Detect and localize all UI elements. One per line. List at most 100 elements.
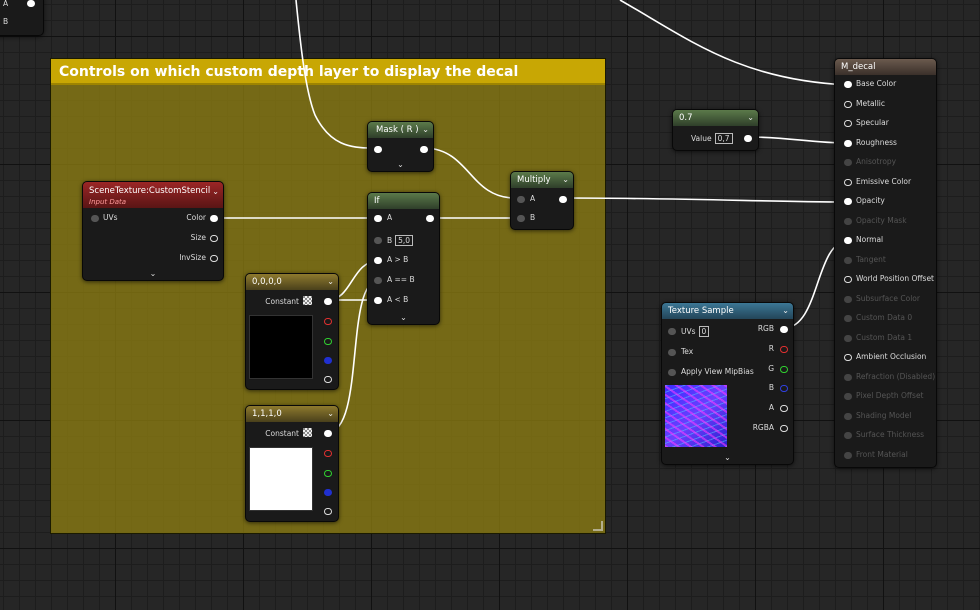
partial-node[interactable]: A B [0, 0, 44, 36]
checker-icon [303, 296, 312, 305]
scene-expand-icon[interactable]: ⌄ [83, 269, 223, 278]
scalar-output-dot[interactable] [744, 135, 752, 142]
material-input-dot[interactable] [844, 178, 852, 186]
chevron-down-icon[interactable]: ⌄ [212, 185, 219, 199]
texture-g-dot[interactable] [780, 366, 788, 373]
wire-multiply-to-opacity [564, 197, 849, 203]
constant-white-g-dot[interactable] [324, 470, 332, 477]
material-input-dot[interactable] [844, 451, 852, 459]
chevron-down-icon[interactable]: ⌄ [422, 122, 429, 138]
material-output-node[interactable]: M_decal Base Color Metallic Specular Roughn… [834, 58, 937, 468]
texture-a-dot[interactable] [780, 405, 788, 412]
texture-b-dot[interactable] [780, 385, 788, 392]
constant-white-r-dot[interactable] [324, 450, 332, 457]
multiply-node[interactable]: Multiply ⌄ A B [510, 171, 574, 230]
if-pin-agtb-dot[interactable] [374, 257, 382, 264]
chevron-down-icon[interactable]: ⌄ [327, 406, 334, 422]
if-expand-icon[interactable]: ⌄ [368, 313, 439, 322]
material-input-dot[interactable] [844, 159, 852, 166]
partial-pin-a-dot[interactable] [27, 0, 35, 7]
constant-white-a-dot[interactable] [324, 508, 332, 515]
material-input-label: Subsurface Color [856, 293, 920, 303]
texture-rgba-dot[interactable] [780, 425, 788, 432]
texture-mip-dot[interactable] [668, 369, 676, 376]
material-input-dot[interactable] [844, 412, 852, 420]
constant-black-rgb-dot[interactable] [324, 298, 332, 305]
constant-black-node[interactable]: 0,0,0,0 ⌄ Constant [245, 273, 339, 390]
partial-pin-a: A [3, 0, 9, 8]
constant-black-r-dot[interactable] [324, 318, 332, 325]
texture-r-dot[interactable] [780, 346, 788, 353]
constant-white-node[interactable]: 1,1,1,0 ⌄ Constant [245, 405, 339, 522]
texture-uvs-field[interactable]: 0 [698, 326, 710, 337]
multiply-output-dot[interactable] [559, 196, 567, 203]
constant-black-label-text: Constant [265, 297, 299, 306]
material-input-label: Shading Model [856, 410, 912, 420]
constant-black-title: 0,0,0,0 [252, 277, 282, 287]
texture-expand-icon[interactable]: ⌄ [662, 453, 793, 462]
if-pin-agtb-label: A > B [387, 255, 409, 264]
mask-node[interactable]: Mask ( R ) ⌄ ⌄ [367, 121, 434, 172]
constant-black-g-dot[interactable] [324, 338, 332, 345]
scene-invsize-dot[interactable] [210, 255, 218, 262]
constant-black-b-dot[interactable] [324, 357, 332, 364]
material-input-dot[interactable] [844, 237, 852, 244]
scalar-value-label: Value [691, 134, 712, 143]
material-input-dot[interactable] [844, 100, 852, 108]
constant-white-b-dot[interactable] [324, 489, 332, 496]
material-input-dot[interactable] [844, 432, 852, 439]
material-input-label: Opacity [856, 196, 885, 205]
scene-uvs-dot[interactable] [91, 215, 99, 222]
constant-white-header: 1,1,1,0 ⌄ [246, 406, 338, 422]
material-input-label: Ambient Occlusion [856, 352, 927, 361]
material-input-dot[interactable] [844, 139, 852, 147]
texture-rgb-dot[interactable] [780, 326, 788, 333]
scalar-value-row: Value 0,7 [691, 133, 733, 144]
mask-output-dot[interactable] [420, 146, 428, 153]
material-input-dot[interactable] [844, 217, 852, 225]
if-pin-aeqb-dot[interactable] [374, 277, 382, 284]
material-input-dot[interactable] [844, 198, 852, 205]
material-input-dot[interactable] [844, 393, 852, 400]
chevron-down-icon[interactable]: ⌄ [747, 110, 754, 126]
scalar-node[interactable]: 0.7 ⌄ Value 0,7 [672, 109, 759, 151]
scene-texture-node[interactable]: SceneTexture:CustomStencil Input Data ⌄ … [82, 181, 224, 281]
chevron-down-icon[interactable]: ⌄ [327, 274, 334, 290]
mask-expand-icon[interactable]: ⌄ [368, 160, 433, 169]
scalar-value-field[interactable]: 0,7 [714, 133, 733, 144]
wire-top-to-material [619, 0, 849, 86]
material-input-dot[interactable] [844, 315, 852, 322]
multiply-pin-a-dot[interactable] [517, 196, 525, 203]
material-input-dot[interactable] [844, 373, 852, 381]
material-input-dot[interactable] [844, 276, 852, 283]
scene-color-dot[interactable] [210, 215, 218, 222]
texture-uvs-dot[interactable] [668, 328, 676, 335]
if-b-value-field[interactable]: 5,0 [395, 235, 414, 246]
multiply-pin-b-dot[interactable] [517, 215, 525, 222]
material-input-label: Pixel Depth Offset [856, 391, 924, 400]
texture-b-label: B [768, 383, 774, 392]
material-input-dot[interactable] [844, 256, 852, 264]
scene-size-dot[interactable] [210, 235, 218, 242]
mask-input-dot[interactable] [374, 146, 382, 153]
mask-node-title: Mask ( R ) [376, 125, 419, 135]
material-input-dot[interactable] [844, 354, 852, 361]
texture-tex-dot[interactable] [668, 349, 676, 356]
if-node[interactable]: If A B 5,0 A > B A == B A < B ⌄ [367, 192, 440, 325]
material-input-dot[interactable] [844, 295, 852, 303]
if-pin-a-dot[interactable] [374, 215, 382, 222]
chevron-down-icon[interactable]: ⌄ [782, 303, 789, 319]
material-input-dot[interactable] [844, 81, 852, 88]
material-input-dot[interactable] [844, 334, 852, 342]
texture-sample-node[interactable]: Texture Sample ⌄ UVs 0 Tex Apply View Mip… [661, 302, 794, 465]
texture-sample-header: Texture Sample ⌄ [662, 303, 793, 319]
if-pin-b-dot[interactable] [374, 237, 382, 244]
texture-uvs-row: UVs 0 [681, 326, 710, 337]
material-input-label: Specular [856, 118, 889, 127]
chevron-down-icon[interactable]: ⌄ [562, 172, 569, 188]
material-input-dot[interactable] [844, 120, 852, 127]
constant-white-rgb-dot[interactable] [324, 430, 332, 437]
constant-black-a-dot[interactable] [324, 376, 332, 383]
if-pin-altb-dot[interactable] [374, 297, 382, 304]
if-output-dot[interactable] [426, 215, 434, 222]
